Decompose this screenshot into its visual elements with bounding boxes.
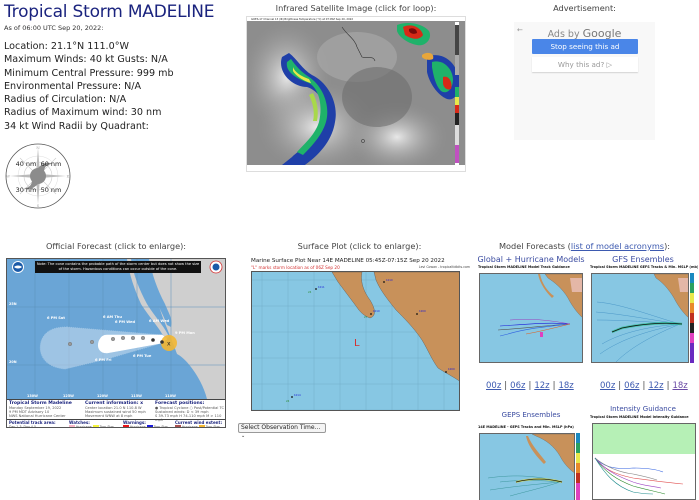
wind-radii-compass: N S W E 40 nm 60 nm 30 nm 50 nm	[5, 143, 71, 209]
svg-text:1010: 1010	[373, 309, 380, 313]
why-this-ad-button[interactable]: Why this ad? ▷	[532, 57, 638, 72]
svg-text:9 PM Mon: 9 PM Mon	[175, 331, 195, 335]
svg-text:24: 24	[286, 399, 290, 403]
gefs-colorbar	[690, 273, 694, 363]
surface-plot-title: Marine Surface Plot Near 14E MADELINE 05…	[251, 258, 445, 264]
svg-text:20N: 20N	[9, 360, 17, 364]
storm-info: Location: 21.1°N 111.0°W Maximum Winds: …	[4, 40, 174, 133]
svg-text:110W: 110W	[165, 394, 176, 398]
radius-se: 50 nm	[41, 186, 62, 194]
svg-text:24: 24	[308, 290, 312, 294]
info-radius-circulation: Radius of Circulation: N/A	[4, 94, 127, 106]
svg-text:1014: 1014	[294, 393, 301, 397]
info-radius-max-wind: Radius of Maximum wind: 30 nm	[4, 107, 162, 119]
gefs-18z-link[interactable]: 18z	[672, 381, 687, 391]
gefs-image-link[interactable]: Tropical Storm MADELINE GEFS Tracks & Mi…	[588, 265, 698, 365]
svg-text:25N: 25N	[9, 302, 17, 306]
model-forecasts-label: Model Forecasts (list of model acronyms)…	[498, 241, 671, 251]
svg-text:1009: 1009	[448, 367, 455, 371]
global-18z-link[interactable]: 18z	[558, 381, 573, 391]
compass-s: S	[37, 203, 40, 208]
gefs-heading: GFS Ensembles	[612, 255, 674, 264]
svg-text:6 AM Thu: 6 AM Thu	[103, 315, 122, 319]
surface-plot-credit: Levi Cowan - tropicaltidbits.com	[418, 265, 470, 269]
gefs-cycle-links: 00z | 06z | 12z | 18z	[600, 381, 688, 391]
info-min-pressure: Minimum Central Pressure: 999 mb	[4, 67, 174, 79]
storm-title: Tropical Storm MADELINE	[4, 2, 215, 22]
info-max-winds: Maximum Winds: 40 kt Gusts: N/A	[4, 54, 168, 66]
surface-plot-image-link[interactable]: Marine Surface Plot Near 14E MADELINE 05…	[247, 258, 472, 418]
surface-plot-subtitle: "L" marks storm location as of 06Z Sep 2…	[251, 265, 340, 270]
surface-plot-label: Surface Plot (click to enlarge):	[297, 241, 422, 251]
satellite-image-link[interactable]: GOES-17 Channel 13 (IR) Brightness Tempe…	[246, 16, 466, 172]
svg-text:6 PM Sat: 6 PM Sat	[47, 316, 65, 320]
svg-text:1009: 1009	[419, 309, 426, 313]
svg-text:1011: 1011	[318, 285, 325, 289]
ad-label: Advertisement:	[553, 3, 616, 13]
svg-text:130W: 130W	[27, 394, 38, 398]
svg-text:120W: 120W	[97, 394, 108, 398]
global-06z-link[interactable]: 06z	[510, 381, 525, 391]
forecast-legend: Tropical Storm Madeline Monday September…	[7, 399, 225, 427]
svg-text:6 PM Wed: 6 PM Wed	[115, 320, 135, 324]
satellite-ir-image: GOES-17 Channel 13 (IR) Brightness Tempe…	[247, 17, 465, 171]
svg-text:6 PM Tue: 6 PM Tue	[133, 354, 152, 358]
as-of-timestamp: As of 06:00 UTC Sep 20, 2022:	[4, 24, 104, 32]
intensity-guidance-image-link[interactable]: Tropical Storm MADELINE Model Intensity …	[588, 415, 698, 500]
svg-text:1010: 1010	[386, 278, 393, 282]
chevron-down-icon: ⌄	[241, 433, 246, 439]
svg-text:27: 27	[364, 315, 368, 319]
svg-text:6 PM Fri: 6 PM Fri	[95, 358, 111, 362]
compass-n: N	[36, 145, 40, 150]
svg-text:6 AM Wed: 6 AM Wed	[149, 319, 170, 323]
global-00z-link[interactable]: 00z	[486, 381, 501, 391]
info-env-pressure: Environmental Pressure: N/A	[4, 80, 142, 92]
geps-heading: GEPS Ensembles	[501, 411, 561, 419]
svg-text:125W: 125W	[63, 394, 74, 398]
radius-ne: 60 nm	[41, 160, 62, 168]
forecast-cone-map: x 25N 20N 130W 125W 120W 115W 110W 6 PM …	[7, 259, 225, 399]
geps-image-link[interactable]: 14E MADELINE - GEPS Tracks and Min. MSLP…	[476, 425, 586, 500]
svg-text:115W: 115W	[131, 394, 142, 398]
satellite-label: Infrared Satellite Image (click for loop…	[275, 3, 437, 13]
global-models-cycle-links: 00z | 06z | 12z | 18z	[486, 381, 574, 391]
advertisement: ← Ads by Google Stop seeing this ad Why …	[514, 22, 655, 140]
radius-sw: 30 nm	[16, 186, 37, 194]
stop-seeing-ad-button[interactable]: Stop seeing this ad	[532, 39, 638, 54]
global-12z-link[interactable]: 12z	[534, 381, 549, 391]
gefs-06z-link[interactable]: 06z	[624, 381, 639, 391]
gefs-00z-link[interactable]: 00z	[600, 381, 615, 391]
model-acronyms-link[interactable]: list of model acronyms	[571, 241, 664, 251]
geps-colorbar	[576, 433, 580, 500]
surface-plot-map: L 1011 24 1010 27 1010 1009 1009 1014 24	[251, 271, 460, 411]
radius-nw: 40 nm	[16, 160, 37, 168]
observation-time-select[interactable]: Select Observation Time... ⌄	[238, 423, 326, 439]
official-forecast-image-link[interactable]: x 25N 20N 130W 125W 120W 115W 110W 6 PM …	[6, 258, 226, 428]
official-forecast-label: Official Forecast (click to enlarge):	[45, 241, 187, 251]
global-models-image-link[interactable]: Tropical Storm MADELINE Model Track Guid…	[476, 265, 586, 365]
compass-e: E	[67, 174, 70, 179]
satellite-image-title: GOES-17 Channel 13 (IR) Brightness Tempe…	[251, 17, 353, 21]
info-wind-radii-heading: 34 kt Wind Radii by Quadrant:	[4, 120, 149, 132]
intensity-heading: Intensity Guidance	[610, 405, 676, 413]
global-models-heading: Global + Hurricane Models	[477, 255, 585, 264]
cone-note: Note: The cone contains the probable pat…	[35, 261, 201, 273]
gefs-12z-link[interactable]: 12z	[648, 381, 663, 391]
svg-text:x: x	[167, 341, 171, 348]
storm-location-marker: L	[354, 338, 360, 349]
info-location: Location: 21.1°N 111.0°W	[4, 41, 129, 52]
